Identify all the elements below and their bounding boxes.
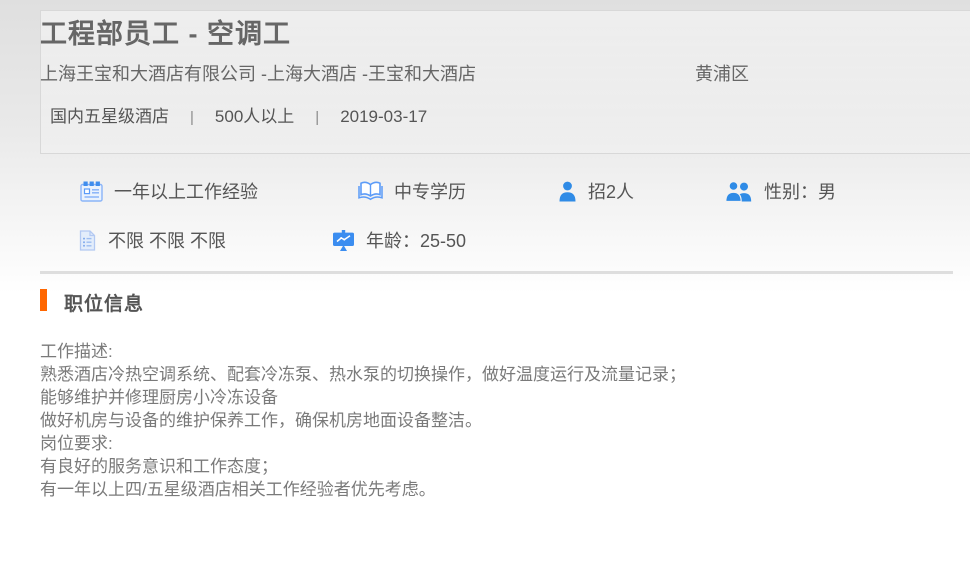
section-divider xyxy=(40,271,953,274)
gender-label: 性别：男 xyxy=(764,178,836,204)
description-line: 岗位要求: xyxy=(40,432,900,455)
meta-separator: | xyxy=(315,109,319,126)
experience-label: 一年以上工作经验 xyxy=(114,178,258,204)
company-size: 500人以上 xyxy=(215,107,294,126)
experience-item: 一年以上工作经验 xyxy=(80,178,258,204)
description-line: 做好机房与设备的维护保养工作，确保机房地面设备整洁。 xyxy=(40,409,900,432)
open-book-icon xyxy=(358,181,383,201)
age-label: 年龄：25-50 xyxy=(366,227,466,253)
meta-separator: | xyxy=(190,109,194,126)
gender-item: 性别：男 xyxy=(725,178,836,204)
company-name: 上海王宝和大酒店有限公司 -上海大酒店 -王宝和大酒店 xyxy=(40,60,476,86)
description-line: 能够维护并修理厨房小冷冻设备 xyxy=(40,386,900,409)
description-line: 熟悉酒店冷热空调系统、配套冷冻泵、热水泵的切换操作，做好温度运行及流量记录； xyxy=(40,363,900,386)
education-label: 中专学历 xyxy=(394,178,466,204)
job-description: 工作描述: 熟悉酒店冷热空调系统、配套冷冻泵、热水泵的切换操作，做好温度运行及流… xyxy=(40,340,900,501)
section-title: 职位信息 xyxy=(64,289,144,316)
category-label: 不限 不限 不限 xyxy=(108,227,226,253)
description-line: 有一年以上四/五星级酒店相关工作经验者优先考虑。 xyxy=(40,478,900,501)
education-item: 中专学历 xyxy=(358,178,466,204)
publish-date: 2019-03-17 xyxy=(340,107,427,126)
headcount-label: 招2人 xyxy=(588,178,634,204)
headcount-item: 招2人 xyxy=(558,178,634,204)
district-label: 黄浦区 xyxy=(695,60,749,86)
section-accent-bar xyxy=(40,289,47,311)
person-icon xyxy=(558,181,577,202)
people-icon xyxy=(725,181,753,202)
age-item: 年龄：25-50 xyxy=(332,227,466,253)
document-icon xyxy=(78,230,97,251)
chart-board-icon xyxy=(332,230,355,251)
company-meta: 国内五星级酒店 | 500人以上 | 2019-03-17 xyxy=(50,102,427,127)
page-title: 工程部员工 - 空调工 xyxy=(40,12,291,51)
resume-card-icon xyxy=(80,181,103,202)
description-line: 工作描述: xyxy=(40,340,900,363)
category-item: 不限 不限 不限 xyxy=(78,227,226,253)
description-line: 有良好的服务意识和工作态度； xyxy=(40,455,900,478)
hotel-level: 国内五星级酒店 xyxy=(50,107,169,126)
